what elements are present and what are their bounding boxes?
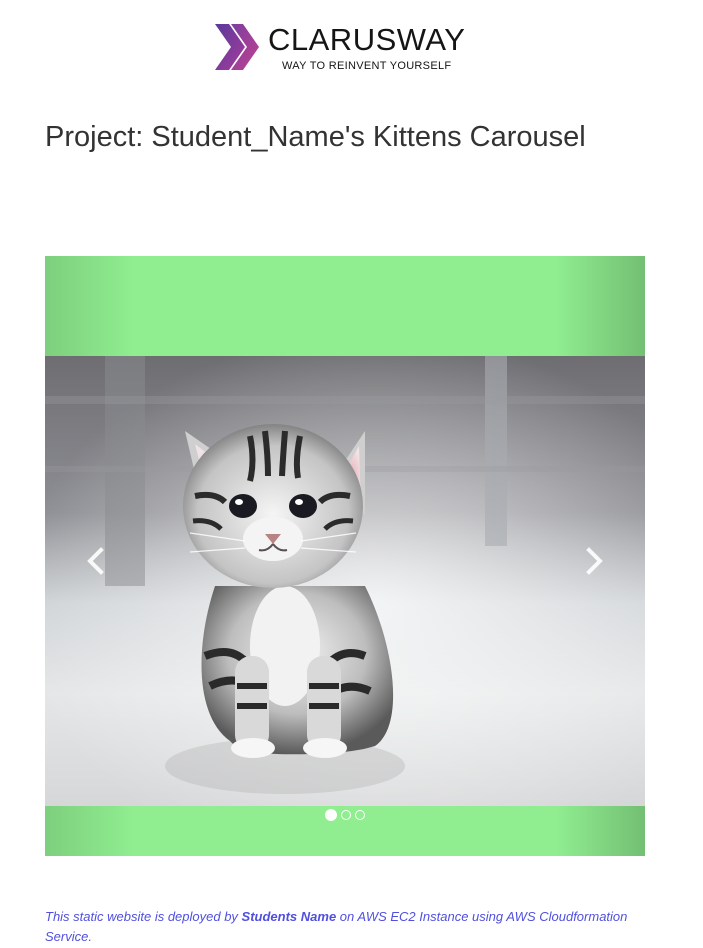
chevron-right-icon xyxy=(586,547,603,575)
student-name: Students Name xyxy=(241,909,337,924)
logo-name: CLARUSWAY xyxy=(268,22,466,57)
carousel-indicators xyxy=(45,809,645,821)
chevron-left-icon xyxy=(87,547,104,575)
clarusway-logo-icon xyxy=(215,24,259,70)
clarusway-logo[interactable]: CLARUSWAY WAY TO REINVENT YOURSELF xyxy=(213,20,483,76)
page-title: Project: Student_Name's Kittens Carousel xyxy=(45,121,586,153)
carousel-indicator-3[interactable] xyxy=(355,810,365,820)
carousel-prev-button[interactable] xyxy=(75,546,115,576)
carousel-next-button[interactable] xyxy=(575,546,615,576)
carousel-indicator-2[interactable] xyxy=(341,810,351,820)
page: CLARUSWAY WAY TO REINVENT YOURSELF Proje… xyxy=(0,0,703,948)
carousel-indicator-1[interactable] xyxy=(325,809,337,821)
deployment-note: This static website is deployed by Stude… xyxy=(45,907,645,947)
logo-tagline: WAY TO REINVENT YOURSELF xyxy=(282,60,452,72)
deployment-note-prefix: This static website is deployed by xyxy=(45,909,242,924)
kittens-carousel xyxy=(45,256,645,856)
kitten-slide-image xyxy=(45,356,645,806)
